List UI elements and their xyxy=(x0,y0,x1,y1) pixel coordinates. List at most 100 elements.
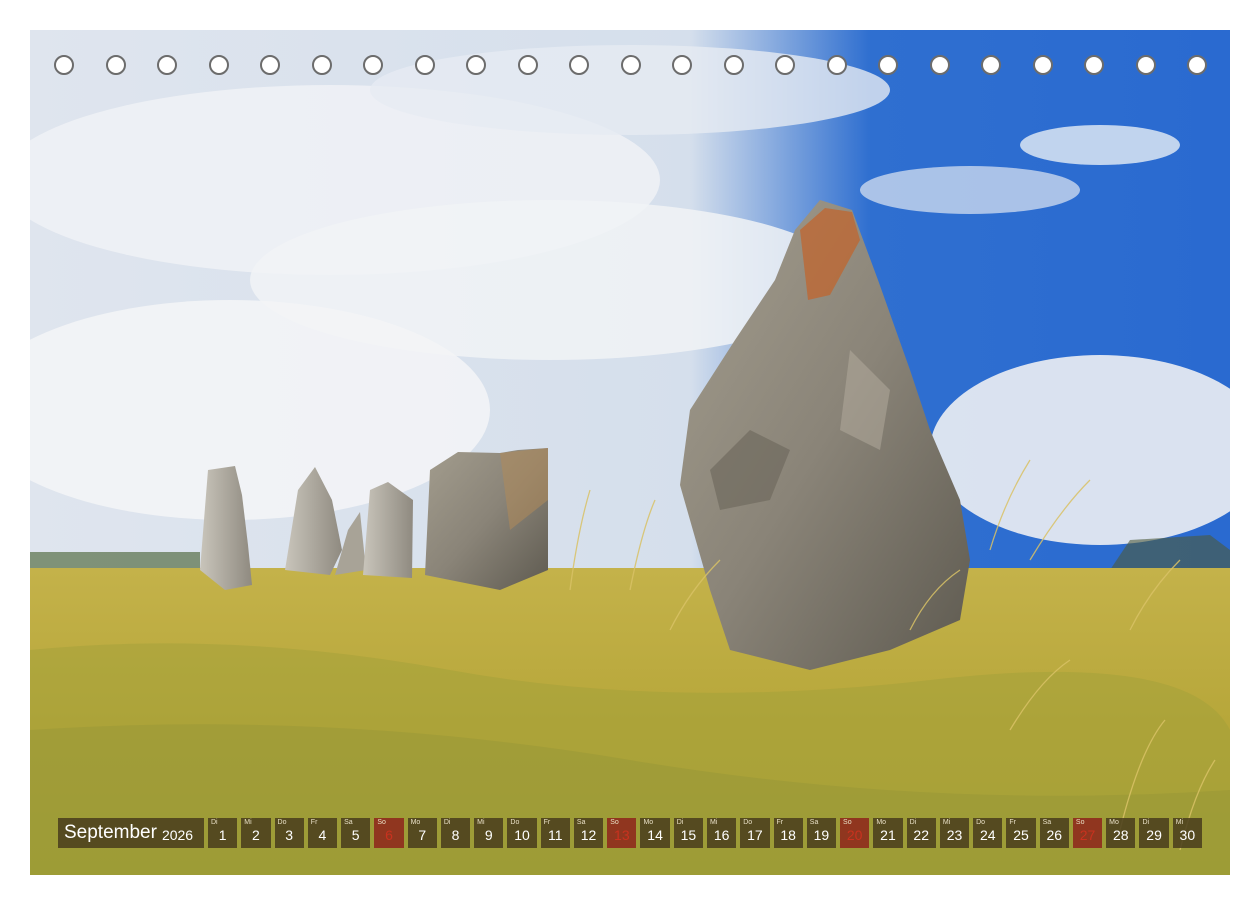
binding-hole xyxy=(1135,55,1156,75)
day-number: 17 xyxy=(747,827,763,843)
weekday-abbrev: Mi xyxy=(709,819,718,826)
day-cell: Sa 19 xyxy=(806,818,837,848)
day-number: 6 xyxy=(385,827,393,843)
binding-hole xyxy=(157,55,177,75)
binding-hole xyxy=(517,55,538,75)
day-number: 19 xyxy=(813,827,830,843)
weekday-abbrev: Mi xyxy=(477,819,485,826)
weekday-abbrev: Di xyxy=(211,819,218,826)
weekday-abbrev: Fr xyxy=(1009,819,1016,826)
day-number: 10 xyxy=(514,827,530,843)
binding-hole xyxy=(981,55,1001,75)
standing-stones-landscape xyxy=(30,30,1230,875)
day-cell: Mi 9 xyxy=(474,818,504,848)
day-number: 14 xyxy=(647,827,663,843)
weekday-abbrev: Di xyxy=(443,819,451,826)
day-number: 23 xyxy=(946,827,963,843)
weekday-abbrev: Mo xyxy=(643,819,654,826)
day-cell: Do 24 xyxy=(973,818,1003,848)
day-number: 8 xyxy=(451,827,460,843)
day-cell: So 27 xyxy=(1072,818,1103,848)
month-name: September xyxy=(64,822,157,843)
weekday-abbrev: Do xyxy=(743,819,753,826)
day-cell: Fr 18 xyxy=(773,818,803,848)
day-cell: Do 10 xyxy=(507,818,537,848)
binding-hole xyxy=(311,55,332,75)
day-cell: So 20 xyxy=(840,818,870,848)
day-number: 4 xyxy=(318,827,327,843)
day-number: 13 xyxy=(614,827,630,843)
binding-hole xyxy=(1084,55,1104,75)
binding-hole xyxy=(54,55,74,75)
day-number: 9 xyxy=(484,827,493,843)
weekday-abbrev: So xyxy=(377,819,386,826)
weekday-abbrev: Di xyxy=(909,819,917,826)
day-number: 12 xyxy=(580,827,597,843)
weekday-abbrev: So xyxy=(843,819,852,826)
weekday-abbrev: Mi xyxy=(942,819,951,826)
weekday-abbrev: So xyxy=(1075,819,1085,826)
weekday-abbrev: Di xyxy=(1142,819,1150,826)
day-number: 7 xyxy=(418,827,427,843)
binding-hole xyxy=(826,55,847,75)
weekday-abbrev: Do xyxy=(277,819,287,826)
day-number: 27 xyxy=(1079,827,1096,843)
day-number: 16 xyxy=(713,827,730,843)
day-cell: Mo 21 xyxy=(873,818,903,848)
calendar-photo xyxy=(30,30,1230,875)
day-cell: So 6 xyxy=(374,818,404,848)
weekday-abbrev: Fr xyxy=(310,819,318,826)
day-number: 3 xyxy=(285,827,294,843)
day-cell: Do 3 xyxy=(274,818,304,848)
weekday-abbrev: Mo xyxy=(410,819,421,826)
day-number: 21 xyxy=(880,827,896,843)
binding-hole xyxy=(1187,55,1207,75)
binding-hole xyxy=(466,55,486,75)
day-number: 5 xyxy=(351,827,360,843)
day-number: 24 xyxy=(979,827,996,843)
day-cell: Sa 26 xyxy=(1039,818,1069,848)
day-number: 22 xyxy=(913,827,929,843)
day-number: 1 xyxy=(218,827,227,843)
day-cell: Mi 30 xyxy=(1172,818,1202,848)
binding-hole xyxy=(260,55,280,75)
weekday-abbrev: Sa xyxy=(809,819,819,826)
binding-hole xyxy=(363,55,383,75)
day-cell: Di 8 xyxy=(440,818,471,848)
day-cell: Sa 12 xyxy=(573,818,604,848)
binding-hole xyxy=(569,55,589,75)
day-cell: Di 15 xyxy=(673,818,703,848)
day-number: 25 xyxy=(1013,827,1029,843)
calendar-strip: September 2026 Di 1 Mi 2 Do 3 Fr 4 Sa 5 So 6 Mo 7 Di 8 M… xyxy=(58,818,1202,848)
day-cell: Mi 23 xyxy=(939,818,970,848)
day-number: 2 xyxy=(252,827,260,843)
day-number: 26 xyxy=(1046,827,1063,843)
binding-hole xyxy=(1032,55,1053,75)
day-cell: Di 22 xyxy=(906,818,936,848)
day-cell: Do 17 xyxy=(740,818,770,848)
day-cell: Fr 4 xyxy=(307,818,338,848)
day-cell: Mi 16 xyxy=(706,818,737,848)
day-cell: Sa 5 xyxy=(341,818,371,848)
day-cell: Mo 14 xyxy=(640,818,670,848)
binding-hole xyxy=(208,55,229,75)
weekday-abbrev: Sa xyxy=(576,819,586,826)
year-label: 2026 xyxy=(161,826,194,843)
binding-hole xyxy=(929,55,950,75)
day-number: 18 xyxy=(780,827,796,843)
day-number: 30 xyxy=(1179,827,1196,843)
day-cell: Mi 2 xyxy=(241,818,271,848)
day-cell: Di 1 xyxy=(208,818,238,848)
binding-hole xyxy=(775,55,795,75)
binding-holes xyxy=(0,0,1260,75)
day-number: 15 xyxy=(680,827,697,843)
day-cell: So 13 xyxy=(607,818,637,848)
weekday-abbrev: Fr xyxy=(776,819,784,826)
weekday-abbrev: Di xyxy=(676,819,684,826)
day-number: 29 xyxy=(1146,827,1162,843)
weekday-abbrev: Mi xyxy=(244,819,252,826)
binding-hole xyxy=(620,55,641,75)
weekday-abbrev: Sa xyxy=(344,819,353,826)
weekday-abbrev: Do xyxy=(976,819,986,826)
weekday-abbrev: Mi xyxy=(1175,819,1184,826)
